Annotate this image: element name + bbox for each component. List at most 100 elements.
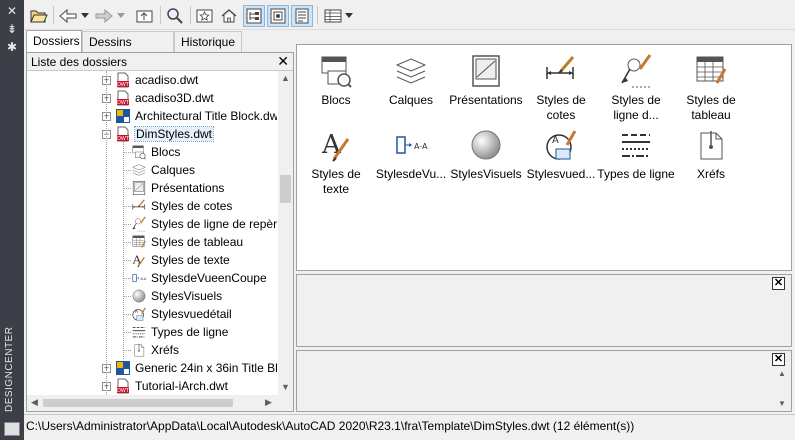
tree-file-item[interactable]: DWT acadiso3D.dwt: [115, 89, 214, 107]
description-scrollbar[interactable]: ▲ ▼: [777, 369, 787, 409]
tree-vertical-scrollbar[interactable]: ▲ ▼: [278, 71, 293, 395]
tree-category-item[interactable]: Styles de tableau: [131, 233, 243, 251]
close-description-icon[interactable]: ✕: [772, 353, 785, 366]
back-dropdown[interactable]: [80, 5, 90, 27]
tree-view-toggle[interactable]: [243, 5, 265, 27]
content-item[interactable]: Styles de tableau: [672, 53, 750, 123]
layers-icon: [393, 53, 429, 89]
tree-file-item[interactable]: Architectural Title Block.dwt: [115, 107, 277, 125]
palette-title: DESIGNCENTER: [4, 326, 15, 412]
content-item-label: Blocs: [321, 93, 351, 107]
tree-file-item[interactable]: Generic 24in x 36in Title Block.dwt: [115, 359, 277, 377]
tree-scroll-thumb[interactable]: [280, 175, 291, 203]
blocks-icon: [318, 53, 354, 89]
tree-category-item[interactable]: A-A StylesdeVueenCoupe: [131, 269, 267, 287]
folder-tree[interactable]: + DWT acadiso.dwt + DWT acadiso3D.dwt + Archite…: [27, 71, 277, 395]
scroll-left-icon[interactable]: ◀: [31, 397, 38, 408]
content-item[interactable]: Styles de ligne d...: [597, 53, 675, 123]
autohide-icon[interactable]: ⇟: [4, 22, 20, 36]
tree-category-item[interactable]: Styles de ligne de repère: [131, 215, 277, 233]
tree-file-item[interactable]: DWT Tutorial-iArch.dwt: [115, 377, 228, 395]
content-item[interactable]: Présentations: [447, 53, 525, 108]
tree-category-item[interactable]: Types de ligne: [131, 323, 228, 341]
content-item[interactable]: Blocs: [297, 53, 375, 108]
content-item[interactable]: Calques: [372, 53, 450, 108]
tree-connector: [123, 141, 124, 359]
content-item[interactable]: A-A StylesdeVu...: [372, 127, 450, 182]
svg-text:A: A: [321, 130, 342, 160]
tree-connector: [106, 71, 107, 395]
close-palette-icon[interactable]: ✕: [4, 4, 20, 18]
tree-category-item[interactable]: Présentations: [131, 179, 224, 197]
tree-horizontal-scrollbar[interactable]: ◀ ▶: [27, 395, 293, 411]
tree-connector: [123, 242, 131, 243]
tree-item-label: Tutorial-iArch.dwt: [135, 379, 228, 393]
content-item-label: Xréfs: [696, 167, 725, 181]
close-tree-icon[interactable]: ✕: [277, 53, 289, 70]
tree-category-item[interactable]: A Styles de texte: [131, 251, 230, 269]
forward-button[interactable]: [94, 5, 114, 27]
views-dropdown[interactable]: [344, 5, 354, 27]
dwt-file-icon: DWT: [115, 90, 131, 106]
tree-item-label: Stylesvuedétail: [151, 307, 232, 321]
xref-icon: [131, 342, 147, 358]
svg-text:DWT: DWT: [117, 388, 130, 394]
content-item[interactable]: Types de ligne: [597, 127, 675, 182]
favorites-button[interactable]: [194, 5, 216, 27]
tree-category-item[interactable]: Calques: [131, 161, 195, 179]
palette-grip-icon[interactable]: [4, 422, 20, 436]
folder-up-icon: [136, 10, 153, 23]
tree-item-label: StylesVisuels: [151, 289, 223, 303]
tree-category-item[interactable]: A Stylesvuedétail: [131, 305, 232, 323]
scroll-up-icon[interactable]: ▲: [778, 369, 786, 378]
home-button[interactable]: [218, 5, 240, 27]
properties-icon[interactable]: ✱: [4, 40, 20, 54]
tree-view-icon: [246, 8, 262, 24]
detail-view-icon: A: [543, 127, 579, 163]
tree-connector: [123, 314, 131, 315]
dwt-file-icon: DWT: [115, 72, 131, 88]
layers-icon: [131, 162, 147, 178]
back-button[interactable]: [58, 5, 78, 27]
forward-dropdown[interactable]: [116, 5, 126, 27]
tree-item-label: Styles de cotes: [151, 199, 233, 213]
scroll-down-icon[interactable]: ▼: [778, 399, 786, 408]
close-preview-icon[interactable]: ✕: [772, 277, 785, 290]
preview-toggle[interactable]: [267, 5, 289, 27]
content-item[interactable]: A Styles de texte: [297, 127, 375, 197]
description-toggle[interactable]: [291, 5, 313, 27]
tree-file-item[interactable]: DWT acadiso.dwt: [115, 71, 198, 89]
content-item[interactable]: A Stylesvued...: [522, 127, 600, 182]
tree-category-item[interactable]: Xréfs: [131, 341, 179, 359]
tree-connector: [123, 188, 131, 189]
load-button[interactable]: [28, 5, 50, 27]
text-style-icon: A: [318, 127, 354, 163]
up-button[interactable]: [134, 5, 156, 27]
views-button[interactable]: [322, 5, 344, 27]
scroll-right-icon[interactable]: ▶: [265, 397, 272, 408]
tree-category-item[interactable]: StylesVisuels: [131, 287, 222, 305]
tab-bar: Dossiers Dessins ouverts Historique: [24, 30, 296, 63]
svg-text:A: A: [552, 135, 559, 146]
content-item-label: Présentations: [449, 93, 523, 107]
detail-view-icon: A: [131, 306, 147, 322]
tab-open-drawings[interactable]: Dessins ouverts: [82, 31, 174, 63]
scroll-down-icon[interactable]: ▼: [281, 382, 290, 392]
tree-category-item[interactable]: Blocs: [131, 143, 180, 161]
tree-file-item[interactable]: DWT DimStyles.dwt: [115, 125, 215, 143]
tree-item-label: Types de ligne: [151, 325, 229, 339]
content-item[interactable]: Styles de cotes: [522, 53, 600, 123]
tab-folders[interactable]: Dossiers: [26, 30, 82, 53]
tree-hscroll-thumb[interactable]: [43, 399, 233, 407]
tree-connector: [123, 206, 131, 207]
tab-history[interactable]: Historique: [174, 31, 242, 52]
chevron-down-icon: [117, 13, 125, 18]
scroll-up-icon[interactable]: ▲: [281, 73, 290, 83]
tree-item-label: Architectural Title Block.dwt: [135, 109, 277, 123]
content-item[interactable]: StylesVisuels: [447, 127, 525, 182]
content-item[interactable]: Xréfs: [672, 127, 750, 182]
tree-category-item[interactable]: Styles de cotes: [131, 197, 232, 215]
folder-tree-header: Liste des dossiers ✕: [27, 53, 293, 71]
favorites-folder-icon: [196, 9, 213, 23]
search-button[interactable]: [164, 5, 186, 27]
